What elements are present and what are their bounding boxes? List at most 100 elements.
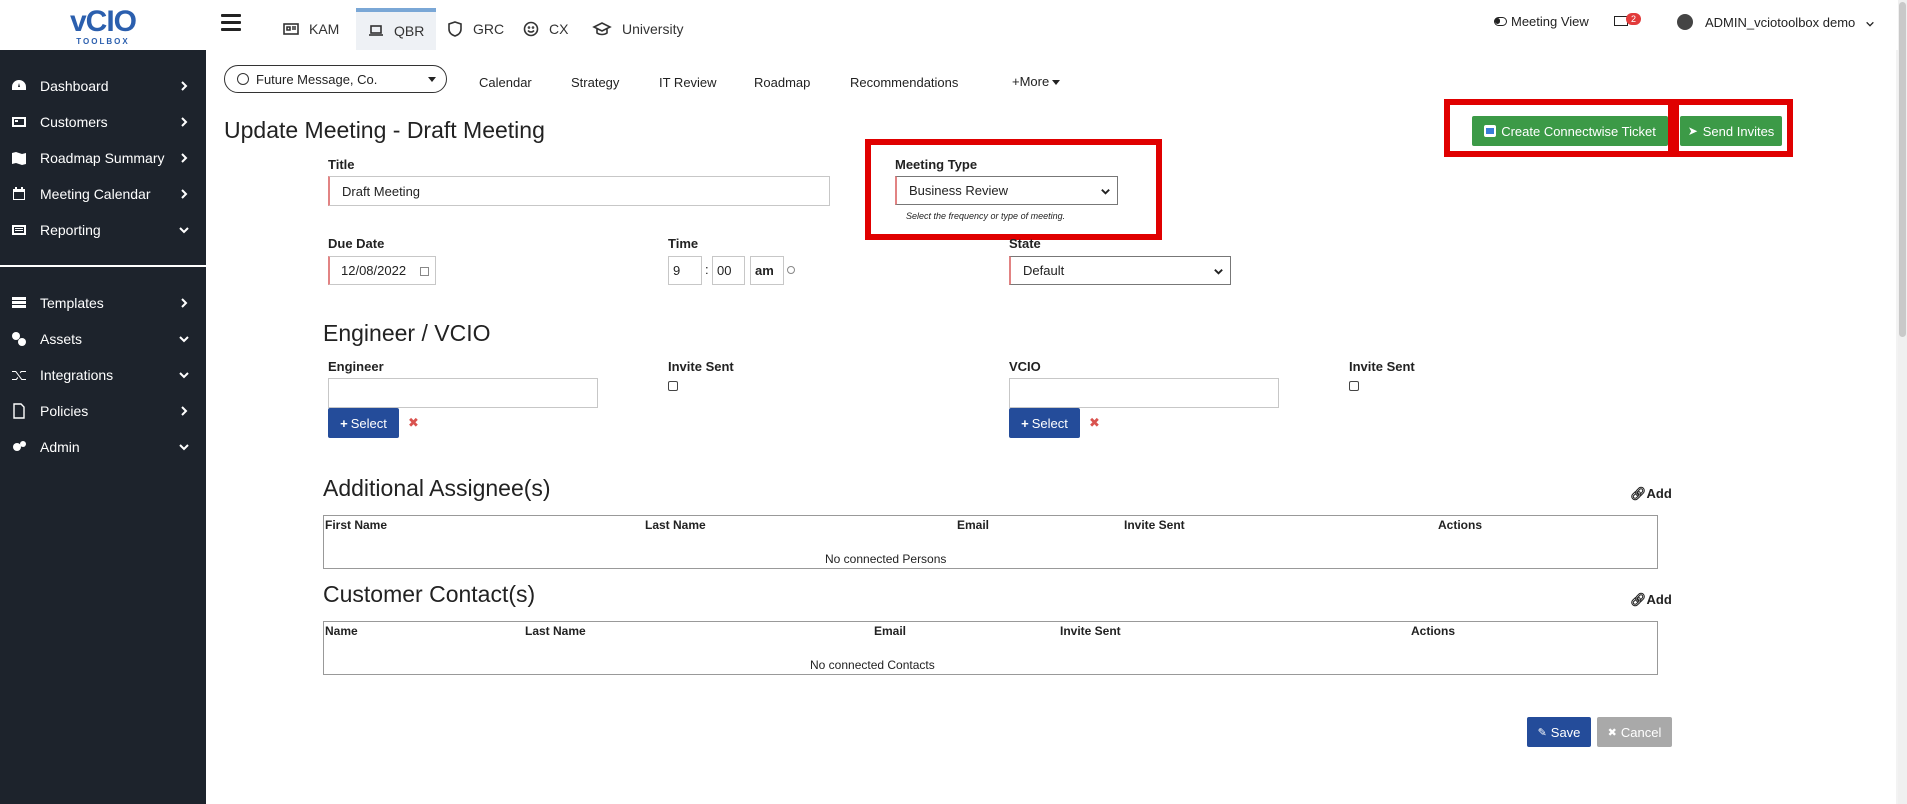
time-hour-input[interactable]: 9 bbox=[668, 256, 702, 285]
tab-label: QBR bbox=[394, 23, 425, 39]
map-icon bbox=[10, 149, 28, 167]
sidebar-item-customers[interactable]: Customers bbox=[0, 107, 206, 137]
engineer-invite-sent-checkbox[interactable] bbox=[668, 381, 678, 391]
vcio-clear-icon[interactable]: ✖ bbox=[1089, 415, 1100, 431]
add-contact-link[interactable]: 🔗︎Add bbox=[1630, 592, 1672, 608]
logo: vCIO TOOLBOX bbox=[69, 4, 137, 46]
vcio-invite-sent-checkbox[interactable] bbox=[1349, 381, 1359, 391]
send-icon: ➤ bbox=[1687, 124, 1698, 138]
chevron-down-icon bbox=[178, 368, 192, 382]
time-label: Time bbox=[668, 236, 699, 251]
sidebar-item-reporting[interactable]: Reporting bbox=[0, 215, 206, 245]
cancel-button[interactable]: ✖ Cancel bbox=[1597, 717, 1672, 747]
engineer-select-button[interactable]: + Select bbox=[328, 408, 399, 438]
id-card-icon bbox=[283, 23, 299, 35]
add-assignee-link[interactable]: 🔗︎Add bbox=[1630, 486, 1672, 502]
state-select[interactable]: Default bbox=[1009, 256, 1231, 285]
user-name: ADMIN_vciotoolbox demo bbox=[1705, 14, 1856, 30]
vcio-select-button[interactable]: + Select bbox=[1009, 408, 1080, 438]
state-value: Default bbox=[1023, 263, 1065, 278]
calendar-icon bbox=[420, 267, 429, 276]
sidebar-item-policies[interactable]: Policies bbox=[0, 396, 206, 426]
empty-table-message: No connected Persons bbox=[825, 552, 947, 566]
link-icon: 🔗︎ bbox=[1630, 486, 1647, 501]
add-label: Add bbox=[1646, 486, 1672, 501]
hamburger-menu-icon[interactable] bbox=[221, 14, 241, 32]
chevron-down-icon bbox=[1100, 185, 1111, 196]
graduation-cap-icon bbox=[592, 22, 612, 36]
subnav-roadmap[interactable]: Roadmap bbox=[754, 75, 810, 90]
column-header[interactable]: Actions bbox=[1411, 624, 1455, 638]
assets-icon bbox=[10, 330, 28, 348]
vcio-input[interactable] bbox=[1009, 378, 1279, 408]
button-label: Create Connectwise Ticket bbox=[1501, 123, 1656, 139]
tab-qbr[interactable]: QBR bbox=[356, 8, 437, 50]
customer-select[interactable]: Future Message, Co. bbox=[224, 65, 447, 93]
due-date-value: 12/08/2022 bbox=[341, 263, 407, 278]
column-header[interactable]: Name bbox=[325, 624, 358, 638]
sidebar-item-assets[interactable]: Assets bbox=[0, 324, 206, 354]
subnav-more[interactable]: +More bbox=[1012, 74, 1061, 89]
time-ampm-input[interactable]: am bbox=[750, 256, 784, 285]
column-header[interactable]: Invite Sent bbox=[1124, 518, 1185, 532]
tab-university[interactable]: University bbox=[592, 8, 683, 50]
column-header[interactable]: First Name bbox=[325, 518, 387, 532]
tab-kam[interactable]: KAM bbox=[283, 8, 339, 50]
meeting-view-toggle[interactable]: Meeting View bbox=[1494, 14, 1589, 29]
subnav-strategy[interactable]: Strategy bbox=[571, 75, 619, 90]
sidebar-item-integrations[interactable]: Integrations bbox=[0, 360, 206, 390]
sidebar-item-roadmap-summary[interactable]: Roadmap Summary bbox=[0, 143, 206, 173]
toggle-icon bbox=[1494, 17, 1507, 26]
title-input[interactable]: Draft Meeting bbox=[328, 176, 830, 206]
column-header[interactable]: Invite Sent bbox=[1060, 624, 1121, 638]
column-header[interactable]: Actions bbox=[1438, 518, 1482, 532]
meeting-view-label: Meeting View bbox=[1511, 14, 1589, 29]
meeting-type-label: Meeting Type bbox=[895, 157, 978, 172]
chevron-down-icon bbox=[1865, 17, 1875, 27]
sidebar-item-templates[interactable]: Templates bbox=[0, 288, 206, 318]
subnav-calendar[interactable]: Calendar bbox=[479, 75, 532, 90]
time-separator: : bbox=[705, 262, 709, 277]
meeting-type-value: Business Review bbox=[909, 183, 1008, 198]
save-button[interactable]: ✎ Save bbox=[1527, 717, 1591, 747]
scrollbar-thumb[interactable] bbox=[1899, 2, 1906, 337]
due-date-input[interactable]: 12/08/2022 bbox=[328, 256, 436, 285]
scrollbar[interactable] bbox=[1898, 0, 1907, 804]
create-connectwise-ticket-button[interactable]: Create Connectwise Ticket bbox=[1472, 116, 1668, 146]
ticket-icon bbox=[1484, 125, 1497, 137]
button-label: Cancel bbox=[1620, 724, 1662, 740]
subnav-it-review[interactable]: IT Review bbox=[659, 75, 717, 90]
chevron-right-icon bbox=[178, 115, 192, 129]
plus-icon: + bbox=[340, 415, 348, 431]
tab-cx[interactable]: CX bbox=[523, 8, 568, 50]
column-header[interactable]: Email bbox=[957, 518, 989, 532]
reporting-icon bbox=[10, 221, 28, 239]
meeting-type-select[interactable]: Business Review bbox=[895, 176, 1118, 205]
button-label: Select bbox=[1031, 415, 1068, 431]
sidebar-item-meeting-calendar[interactable]: Meeting Calendar bbox=[0, 179, 206, 209]
sidebar-item-admin[interactable]: Admin bbox=[0, 432, 206, 462]
engineer-input[interactable] bbox=[328, 378, 598, 408]
add-label: Add bbox=[1646, 592, 1672, 607]
caret-down-icon bbox=[428, 77, 436, 82]
engineer-clear-icon[interactable]: ✖ bbox=[408, 415, 419, 431]
column-header[interactable]: Last Name bbox=[525, 624, 586, 638]
user-menu[interactable]: ADMIN_vciotoolbox demo bbox=[1677, 14, 1875, 30]
subnav-recommendations[interactable]: Recommendations bbox=[850, 75, 958, 90]
column-header[interactable]: Last Name bbox=[645, 518, 706, 532]
pencil-icon: ✎ bbox=[1537, 726, 1547, 739]
sidebar-item-label: Assets bbox=[40, 331, 83, 347]
customers-icon bbox=[10, 113, 28, 131]
sidebar-item-dashboard[interactable]: Dashboard bbox=[0, 71, 206, 101]
send-invites-button[interactable]: ➤ Send Invites bbox=[1680, 116, 1782, 146]
tab-grc[interactable]: GRC bbox=[447, 8, 504, 50]
chevron-down-icon bbox=[178, 440, 192, 454]
mail-button[interactable]: 2 bbox=[1614, 13, 1642, 26]
gear-icon bbox=[10, 438, 28, 456]
column-header[interactable]: Email bbox=[874, 624, 906, 638]
logo-text: vCIO bbox=[69, 4, 137, 38]
logo-area[interactable]: vCIO TOOLBOX bbox=[0, 0, 206, 50]
time-minute-input[interactable]: 00 bbox=[712, 256, 745, 285]
chevron-right-icon bbox=[178, 187, 192, 201]
state-label: State bbox=[1009, 236, 1041, 251]
